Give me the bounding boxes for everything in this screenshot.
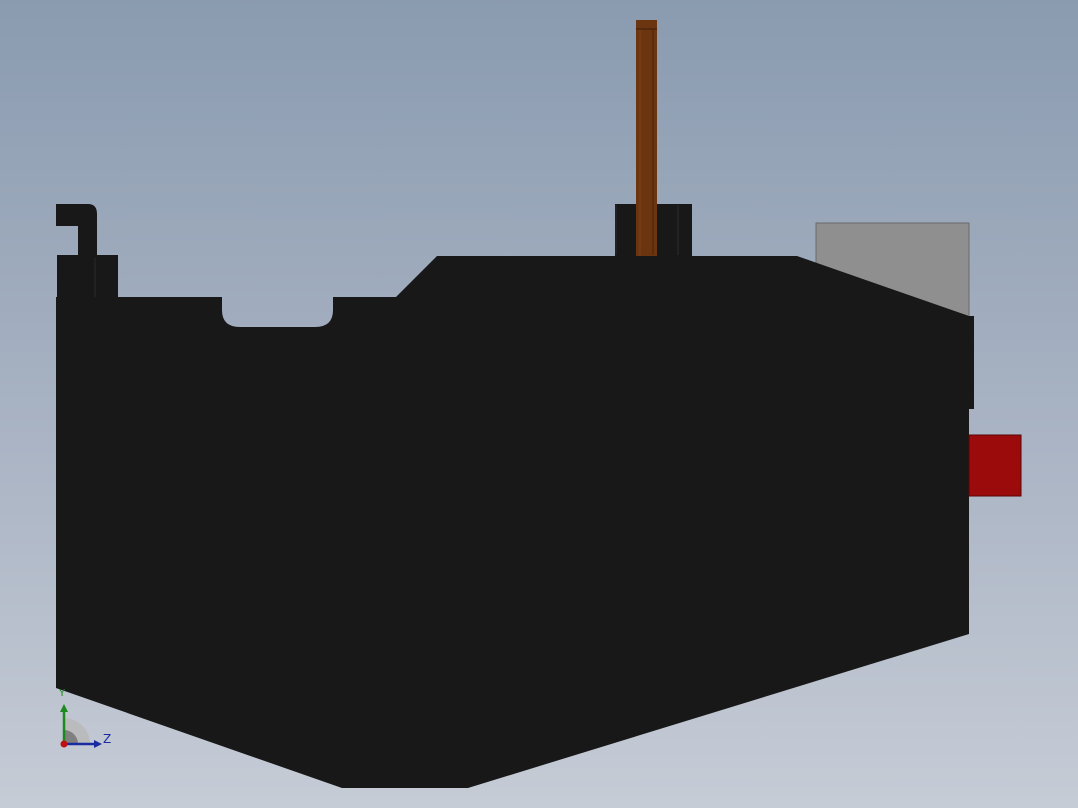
red-button[interactable]	[968, 434, 1022, 497]
main-body[interactable]	[56, 256, 969, 788]
brown-pin[interactable]	[636, 20, 657, 256]
z-axis-label: Z	[103, 732, 112, 746]
triad-graphic	[60, 704, 102, 748]
left-hook[interactable]	[56, 204, 97, 258]
orientation-triad: Y Z	[50, 688, 120, 760]
right-flange[interactable]	[962, 316, 974, 409]
cad-viewport[interactable]: Y Z	[0, 0, 1078, 808]
model-view[interactable]	[0, 0, 1078, 808]
left-post[interactable]	[57, 255, 118, 299]
y-axis-label: Y	[59, 688, 66, 699]
